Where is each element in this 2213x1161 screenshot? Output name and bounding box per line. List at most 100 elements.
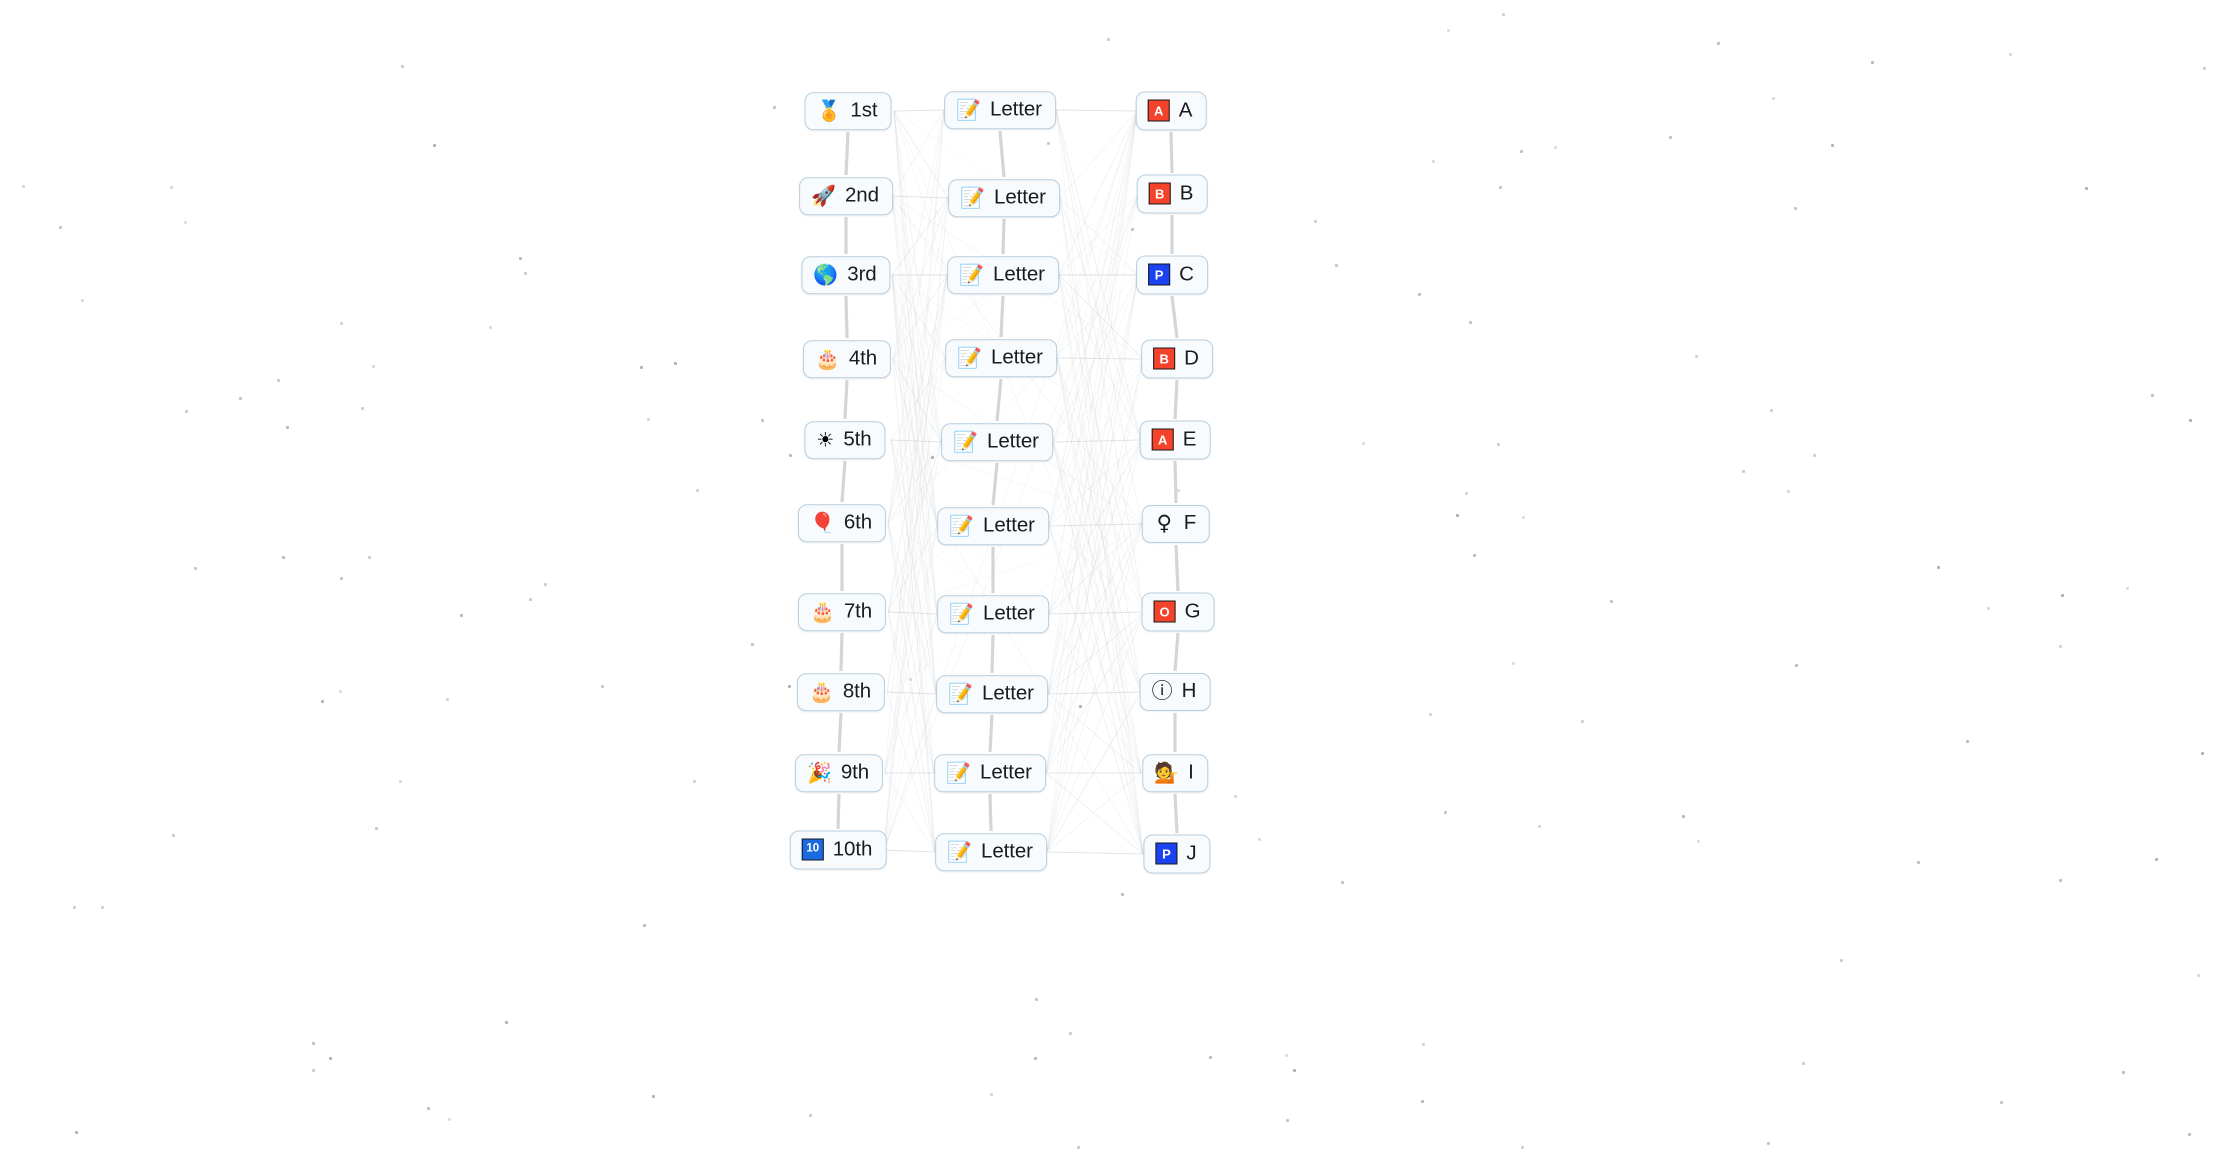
background-dot [2122,1071,2125,1074]
background-dot [1538,825,1541,828]
node-label: J [1186,841,1197,865]
background-dot [1987,607,1990,610]
background-dot [1047,142,1050,145]
background-dot [340,322,343,325]
node-letter-7[interactable]: 📝 Letter [937,595,1049,633]
background-dot [773,106,776,109]
graph-edges-layer [836,109,1180,855]
memo-icon: 📝 [953,429,979,454]
graph-canvas: 🏅 1st 🚀 2nd 🌎 3rd 🎂 4th ☀ 5th 🎈 6th 🎂 7th 🎂 8th 🎉 9th 10 10… [0,0,2213,1161]
background-dot [170,186,173,189]
node-label: F [1183,511,1197,535]
background-dot [1285,1054,1288,1057]
badge-b-icon: B [1148,182,1171,205]
background-dot [529,598,532,601]
background-dot [375,827,378,830]
background-dot [1079,705,1082,708]
node-label: Letter [981,839,1033,863]
node-code-j[interactable]: PJ [1143,834,1211,874]
background-dot [81,299,84,302]
background-dot [1444,811,1447,814]
node-letter-3[interactable]: 📝 Letter [947,256,1059,294]
node-letter-1[interactable]: 📝 Letter [944,91,1056,129]
node-letter-9[interactable]: 📝 Letter [934,754,1046,792]
background-dot [321,700,324,703]
background-dot [1813,454,1816,457]
node-label: D [1184,346,1199,370]
node-rank-9[interactable]: 🎉 9th [794,754,884,792]
background-dot [1107,38,1110,41]
background-dot [674,362,677,365]
background-dot [460,614,463,617]
memo-icon: 📝 [946,760,972,785]
medal-icon: 🏅 [816,98,842,123]
node-rank-6[interactable]: 🎈 6th [797,504,887,542]
background-dot [1522,516,1525,519]
background-dot [73,906,76,909]
node-rank-8[interactable]: 🎂 8th [796,673,886,711]
node-rank-4[interactable]: 🎂 4th [802,340,892,378]
background-dot [489,326,492,329]
background-dot [1447,29,1450,32]
background-dot [696,489,699,492]
node-label: Letter [987,429,1039,453]
background-dot [544,583,547,586]
node-letter-2[interactable]: 📝 Letter [948,179,1060,217]
party-popper-icon: 🎉 [806,760,832,785]
node-code-a[interactable]: AA [1135,91,1207,131]
balloon-icon: 🎈 [809,510,835,535]
node-label: E [1182,427,1197,451]
badge-o-icon: O [1153,600,1176,623]
node-code-c[interactable]: PC [1136,255,1208,295]
background-dot [2085,187,2088,190]
node-label: 1st [850,98,878,122]
background-dot [2059,645,2062,648]
node-label: 8th [842,679,872,703]
node-code-e[interactable]: AE [1139,420,1211,460]
node-label: H [1181,679,1197,703]
node-code-d[interactable]: BD [1141,339,1213,379]
node-letter-8[interactable]: 📝 Letter [936,675,1048,713]
background-dot [172,834,175,837]
memo-icon: 📝 [949,601,975,626]
background-dot [1794,207,1797,210]
background-dot [1917,861,1920,864]
background-dot [184,221,187,224]
node-rank-1[interactable]: 🏅 1st [804,92,892,130]
birthday-cake-icon: 🎂 [808,679,834,704]
node-rank-2[interactable]: 🚀 2nd [799,177,893,215]
node-letter-5[interactable]: 📝 Letter [941,423,1053,461]
background-dot [2061,594,2064,597]
background-dot [101,906,104,909]
node-rank-5[interactable]: ☀ 5th [804,421,886,459]
background-dot [2189,419,2192,422]
node-code-g[interactable]: OG [1141,592,1215,632]
node-code-i[interactable]: 💁 I [1142,754,1208,792]
node-code-b[interactable]: BB [1136,174,1208,214]
node-letter-6[interactable]: 📝 Letter [937,507,1049,545]
node-label: 6th [843,510,873,534]
background-dot [1234,795,1237,798]
node-label: Letter [983,601,1035,625]
background-dot [2000,1101,2003,1104]
background-dot [1802,1062,1805,1065]
node-code-f[interactable]: ♀ F [1141,505,1211,543]
node-rank-10[interactable]: 10 10th [789,830,887,870]
background-dot [22,185,25,188]
background-dot [647,418,650,421]
background-dot [339,690,342,693]
node-letter-4[interactable]: 📝 Letter [945,339,1057,377]
background-dot [1422,1043,1425,1046]
background-dot [909,678,912,681]
background-dot [282,556,285,559]
background-dot [75,1131,78,1134]
background-dot [1177,489,1180,492]
earth-globe-icon: 🌎 [813,262,839,287]
background-dot [990,1093,993,1096]
badge-a-icon: A [1151,428,1174,451]
node-code-h[interactable]: ⓘ H [1139,673,1211,711]
node-rank-3[interactable]: 🌎 3rd [801,256,891,294]
node-letter-10[interactable]: 📝 Letter [935,833,1047,871]
node-label: Letter [991,345,1043,369]
node-rank-7[interactable]: 🎂 7th [797,593,887,631]
